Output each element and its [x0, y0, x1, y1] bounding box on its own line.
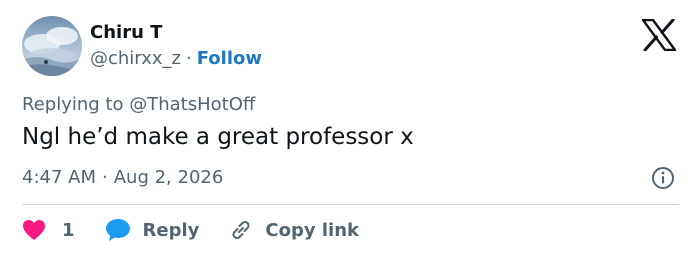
copy-link-button[interactable]: Copy link: [229, 218, 359, 242]
reply-label: Reply: [142, 219, 200, 241]
tweet-time: 4:47 AM: [22, 167, 96, 188]
divider: [22, 204, 679, 205]
speech-bubble-icon: [105, 219, 130, 241]
link-icon: [232, 220, 250, 240]
handle-separator: ·: [185, 48, 192, 69]
replying-to: Replying to @ThatsHotOff: [22, 94, 255, 115]
author-handle[interactable]: @chirxx_z: [90, 48, 181, 69]
avatar-image: [22, 16, 82, 76]
action-bar: 1 Reply Copy link: [22, 216, 359, 244]
tweet-text: Ngl he’d make a great professor x: [22, 124, 414, 150]
author-handle-row: @chirxx_z · Follow: [90, 48, 262, 69]
info-icon[interactable]: [651, 166, 675, 190]
replying-prefix: Replying to: [22, 94, 124, 115]
like-button[interactable]: 1: [22, 219, 75, 241]
tweet-date: Aug 2, 2026: [113, 167, 224, 188]
follow-button[interactable]: Follow: [197, 48, 262, 69]
tweet-timestamp[interactable]: 4:47 AM · Aug 2, 2026: [22, 167, 223, 188]
reply-mention-link[interactable]: @ThatsHotOff: [129, 94, 255, 115]
like-count: 1: [62, 219, 75, 241]
x-logo-icon[interactable]: [641, 19, 677, 51]
timestamp-separator: ·: [102, 167, 108, 188]
author-name[interactable]: Chiru T: [90, 22, 162, 43]
copy-link-label: Copy link: [265, 219, 359, 241]
reply-button[interactable]: Reply: [105, 218, 200, 242]
avatar[interactable]: [22, 16, 82, 76]
heart-icon: [23, 220, 45, 240]
